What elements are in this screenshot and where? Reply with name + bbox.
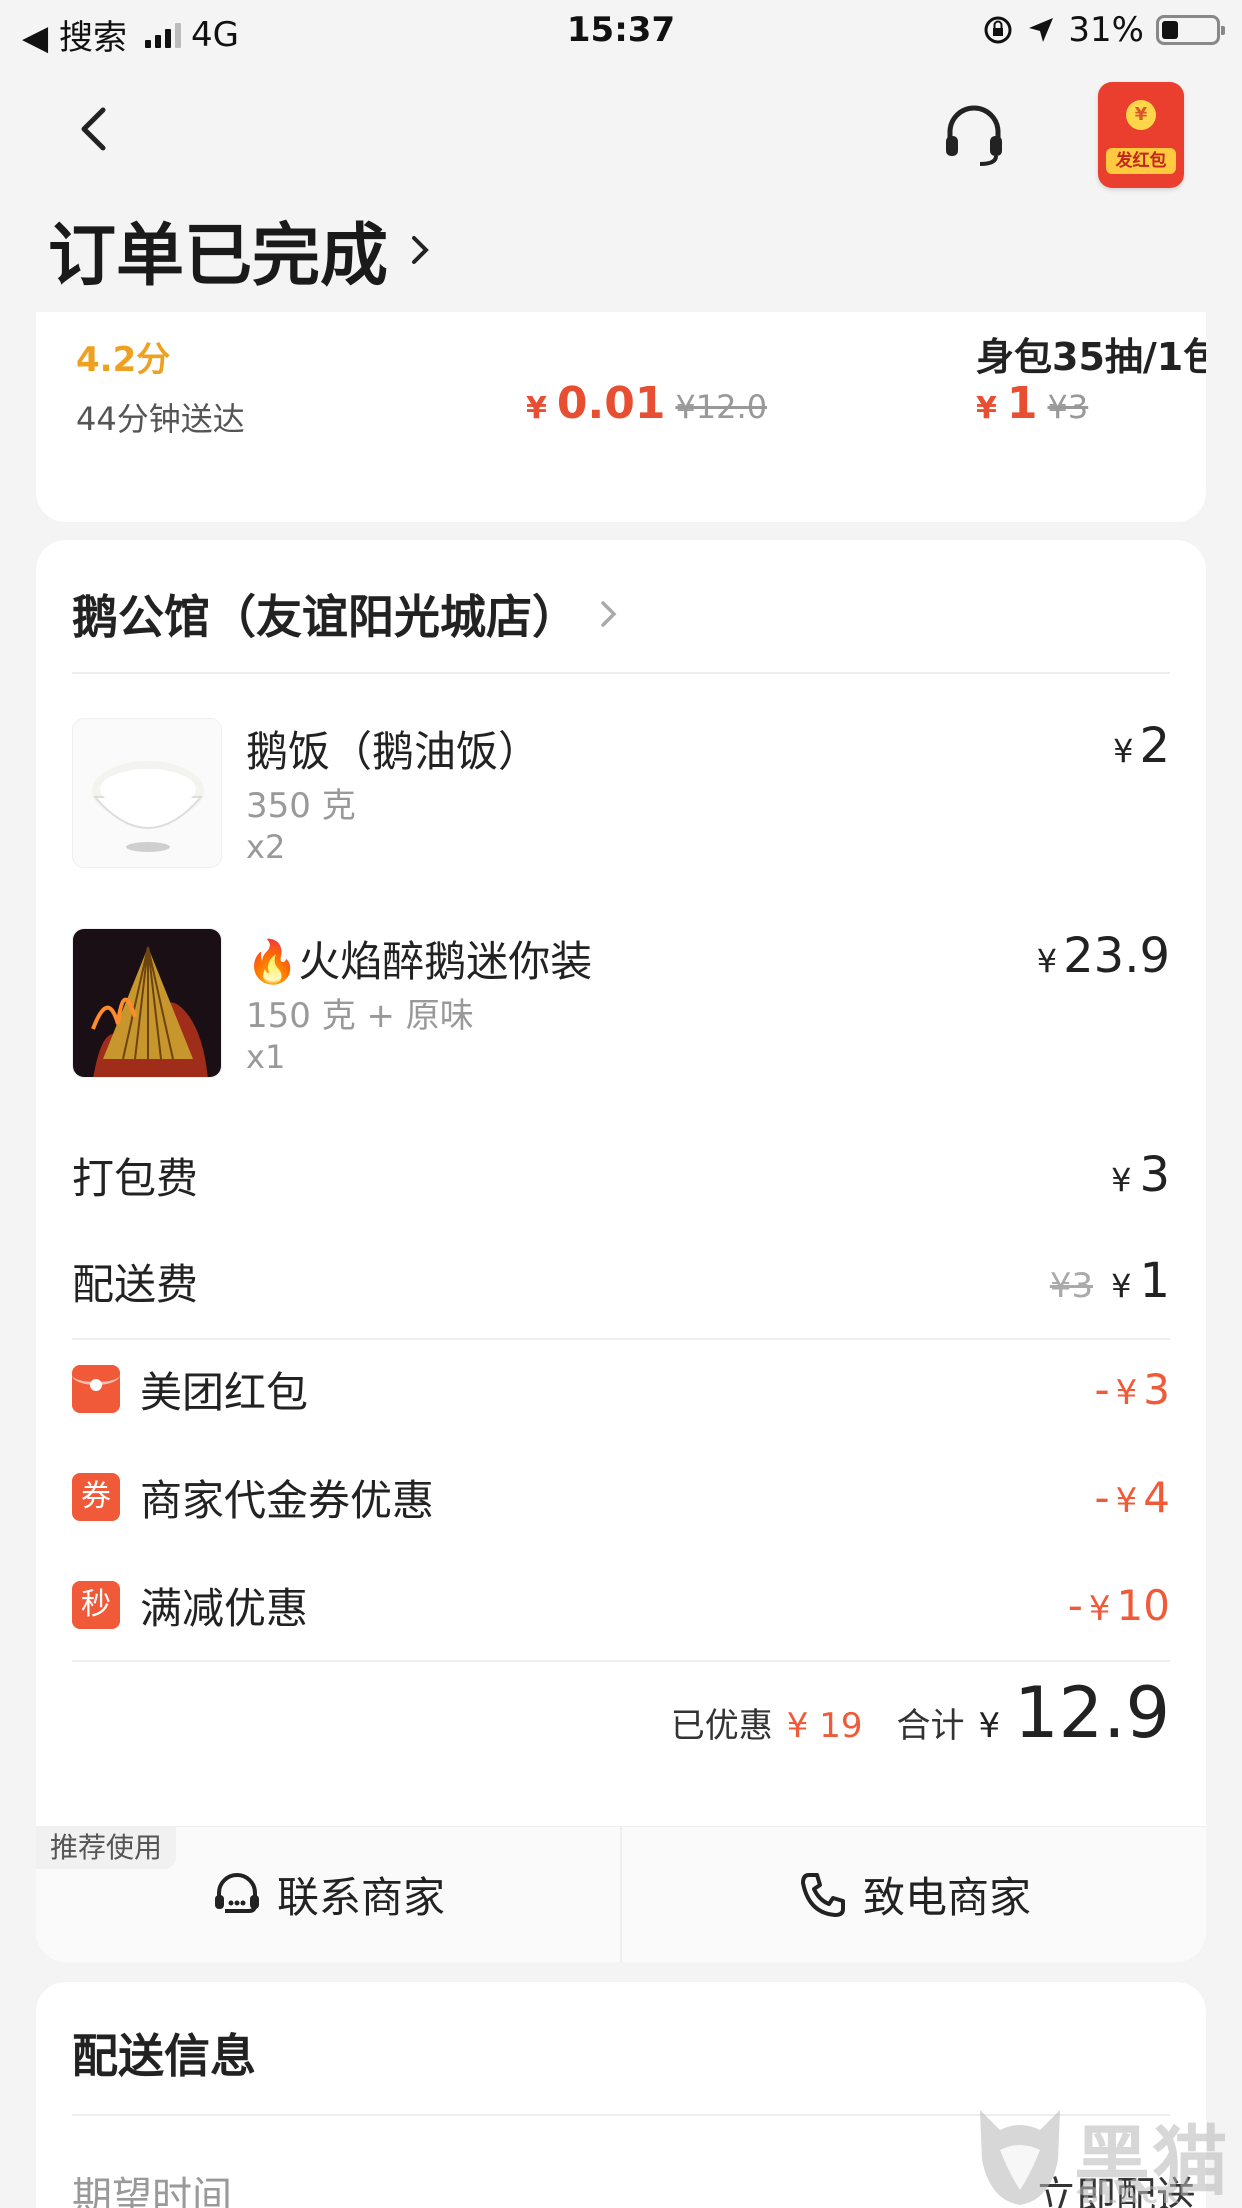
order-item[interactable]: 鹅饭（鹅油饭） 350 克 x2 ¥2 [72, 718, 1170, 868]
chevron-right-icon [601, 601, 617, 627]
location-arrow-icon [1029, 18, 1054, 42]
fee-old-value: ¥3 [1049, 1266, 1094, 1306]
call-merchant-button[interactable]: 致电商家 [620, 1827, 1206, 1962]
battery-level [1162, 21, 1178, 39]
divider [72, 672, 1170, 674]
yen-symbol: ¥ [976, 391, 997, 426]
cat-logo-icon [980, 2110, 1060, 2205]
product2-name[interactable]: 身包35抽/1包 [976, 326, 1206, 381]
watermark-subtext: BLACK CAT [1082, 2184, 1184, 2208]
product2-old-price: ¥3 [1047, 388, 1089, 426]
saved-value: ¥ 19 [786, 1706, 863, 1746]
order-total: 已优惠 ¥ 19 合计 ¥ 12.9 [671, 1672, 1170, 1754]
discount-value: - ¥10 [1067, 1580, 1170, 1630]
contact-merchant-label: 联系商家 [276, 1873, 445, 1922]
shop-name: 鹅公馆（友谊阳光城店） [72, 590, 578, 644]
fee-value: ¥3 ¥1 [1049, 1253, 1170, 1309]
discount-value: - ¥4 [1094, 1472, 1170, 1522]
battery-percent: 31% [1068, 10, 1144, 50]
total-value: 12.9 [1014, 1672, 1170, 1754]
phone-icon [800, 1872, 845, 1917]
total-yen: ¥ [978, 1706, 1001, 1746]
chevron-left-icon [81, 107, 106, 151]
item-quantity: x1 [246, 1038, 286, 1076]
product1-price-value: 0.01 [556, 378, 666, 429]
red-packet-label: 发红包 [1106, 148, 1176, 174]
product2-price[interactable]: ¥ 1 ¥3 [976, 378, 1088, 429]
status-right: 31% [982, 10, 1225, 50]
discount-row-full-reduction: 秒 满减优惠 - ¥10 [72, 1570, 1170, 1640]
product1-old-price: ¥12.0 [675, 388, 768, 426]
discount-row-voucher: 券 商家代金券优惠 - ¥4 [72, 1462, 1170, 1532]
recommend-tag: 推荐使用 [36, 1827, 177, 1869]
discount-label: 商家代金券优惠 [140, 1475, 435, 1525]
delivery-time: 44分钟送达 [76, 400, 245, 438]
delivery-info-title: 配送信息 [72, 2029, 256, 2083]
item-quantity: x2 [246, 828, 286, 866]
item-name: 🔥火焰醉鹅迷你装 [246, 937, 593, 986]
black-cat-watermark: 黑猫 BLACK CAT [970, 2090, 1240, 2208]
saved-label: 已优惠 [670, 1706, 773, 1746]
coin-icon: ¥ [1126, 100, 1156, 130]
customer-service-icon[interactable] [940, 102, 1008, 170]
order-status-title[interactable]: 订单已完成 [48, 200, 436, 299]
order-detail-card: 鹅公馆（友谊阳光城店） 鹅饭（鹅油饭） 350 克 x2 ¥2 🔥火焰醉鹅迷你装… [36, 540, 1206, 1962]
product1-name-clipped: ▔▔▔▔ ▔▔▔ ▔ [526, 312, 759, 322]
red-packet-icon [72, 1365, 120, 1413]
discount-label: 满减优惠 [140, 1583, 309, 1633]
shop-score: 4.2分 [76, 340, 171, 380]
order-item[interactable]: 🔥火焰醉鹅迷你装 150 克 + 原味 x1 ¥23.9 [72, 928, 1170, 1078]
product2-price-value: 1 [1006, 378, 1038, 429]
yen-symbol: ¥ [526, 391, 547, 426]
packing-fee-row: 打包费 ¥3 [72, 1140, 1170, 1210]
expected-time-label: 期望时间 [72, 2174, 232, 2208]
back-button[interactable] [70, 104, 120, 154]
recommend-card: ▔▔▔▔ ▔▔▔ ▔ 4.2分 44分钟送达 ¥ 0.01 ¥12.0 身包35… [36, 312, 1206, 522]
rice-bowl-image [72, 718, 222, 868]
page-title: 订单已完成 [48, 217, 389, 296]
merchant-action-bar: 推荐使用 联系商家 致电商家 [36, 1826, 1206, 1962]
discount-value: - ¥3 [1094, 1364, 1170, 1414]
discount-label: 美团红包 [140, 1367, 309, 1417]
flaming-goose-image [72, 928, 222, 1078]
fee-value: ¥3 [1111, 1147, 1170, 1203]
delivery-fee-row: 配送费 ¥3 ¥1 [72, 1246, 1170, 1316]
fee-label: 配送费 [72, 1259, 199, 1309]
voucher-icon: 券 [72, 1473, 120, 1521]
divider [72, 1660, 1170, 1662]
item-price: ¥2 [1113, 718, 1170, 774]
chat-headset-icon [214, 1872, 259, 1913]
product1-price[interactable]: ¥ 0.01 ¥12.0 [526, 378, 767, 429]
chevron-right-icon [412, 235, 429, 264]
item-name: 鹅饭（鹅油饭） [246, 727, 541, 776]
item-spec: 150 克 + 原味 [246, 996, 474, 1036]
nav-bar: ¥ 发红包 订单已完成 [0, 62, 1242, 312]
total-label: 合计 [896, 1706, 965, 1746]
status-bar: ◀ 搜索 4G 15:37 31% [0, 0, 1242, 62]
rotation-lock-icon [984, 16, 1012, 44]
item-price: ¥23.9 [1036, 928, 1170, 984]
divider [72, 1338, 1170, 1340]
battery-icon [1156, 15, 1225, 45]
flash-sale-icon: 秒 [72, 1581, 120, 1629]
send-red-packet-button[interactable]: ¥ 发红包 [1098, 82, 1184, 188]
fee-label: 打包费 [72, 1153, 199, 1203]
shop-link[interactable]: 鹅公馆（友谊阳光城店） [72, 574, 1170, 654]
call-merchant-label: 致电商家 [862, 1873, 1031, 1922]
discount-row-red-packet: 美团红包 - ¥3 [72, 1354, 1170, 1424]
item-spec: 350 克 [246, 786, 356, 826]
